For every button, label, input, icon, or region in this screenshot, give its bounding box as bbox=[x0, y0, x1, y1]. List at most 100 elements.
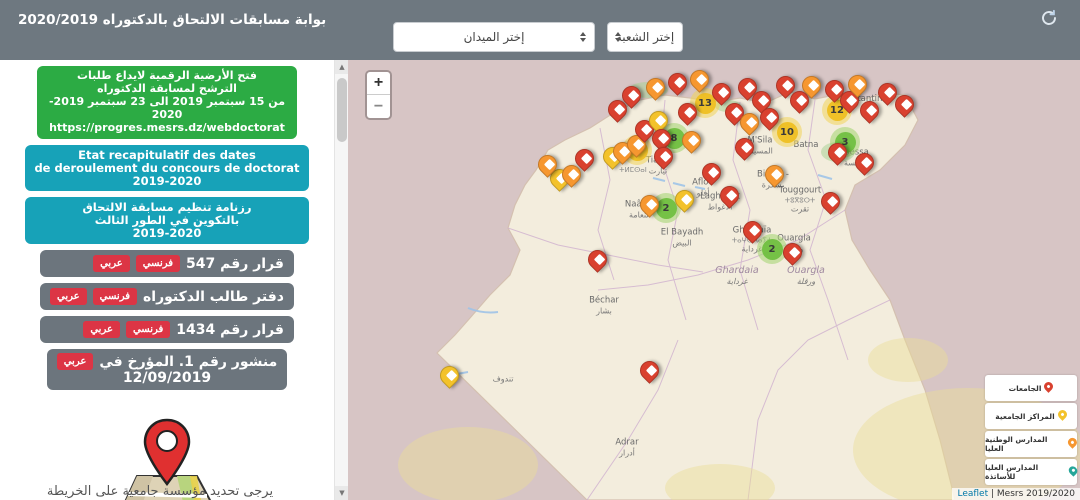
info-line: de deroulement du concours de doctorat bbox=[34, 162, 299, 175]
graduation-cap-icon bbox=[883, 87, 894, 98]
map-zoom-control: + − bbox=[365, 70, 392, 120]
schedule-info-box[interactable]: Etat recapitulatif des datesde derouleme… bbox=[25, 145, 308, 192]
decision-title: دفتر طالب الدكتوراه bbox=[143, 289, 284, 305]
refresh-icon[interactable] bbox=[1040, 9, 1058, 27]
arabic-version-button[interactable]: عربي bbox=[57, 353, 94, 370]
zoom-in-button[interactable]: + bbox=[367, 72, 390, 95]
graduation-cap-icon bbox=[717, 87, 728, 98]
graduation-cap-icon bbox=[845, 95, 856, 106]
graduation-cap-icon bbox=[865, 105, 876, 116]
graduation-cap-icon bbox=[645, 199, 656, 210]
circular-title: منشور رقم 1. المؤرخ في bbox=[99, 354, 277, 370]
graduation-cap-icon bbox=[730, 107, 741, 118]
graduation-cap-icon bbox=[543, 159, 554, 170]
announcement-line: من 15 سبتمبر 2019 الى 23 سبتمبر 2019- 20… bbox=[46, 96, 288, 122]
graduation-cap-icon bbox=[654, 115, 665, 126]
announcement-line: الترشح لمسابقة الدكتوراه bbox=[46, 83, 288, 96]
algeria-map-shape bbox=[348, 60, 1080, 500]
scroll-down-icon[interactable]: ▼ bbox=[335, 486, 348, 500]
graduation-cap-icon bbox=[748, 225, 759, 236]
page-title: بوابة مسابقات الالتحاق بالدكتوراه 2020/2… bbox=[18, 12, 326, 28]
graduation-cap-icon bbox=[788, 247, 799, 258]
graduation-cap-icon bbox=[770, 169, 781, 180]
graduation-cap-icon bbox=[580, 153, 591, 164]
french-version-button[interactable]: فرنسي bbox=[93, 288, 137, 305]
graduation-cap-icon bbox=[645, 365, 656, 376]
legend-item: الجامعات bbox=[985, 375, 1077, 401]
decision-box: دفتر طالب الدكتوراه فرنسي عربي bbox=[40, 283, 294, 310]
select-institution-hint: يرجى تحديد مؤسسة جامعية على الخريطة bbox=[0, 484, 320, 499]
digital-platform-announcement[interactable]: فتح الأرضية الرقمية لايداع طلباتالترشح ل… bbox=[37, 66, 297, 139]
graduation-cap-icon bbox=[725, 190, 736, 201]
info-line: 2019-2020 bbox=[34, 227, 299, 240]
graduation-cap-icon bbox=[745, 117, 756, 128]
decision-box: قرار رقم 547 فرنسي عربي bbox=[40, 250, 294, 277]
legend-label: المدارس العليا للأساتذة bbox=[985, 463, 1066, 481]
branch-select[interactable]: إختر الشعبة bbox=[607, 22, 683, 52]
graduation-cap-icon bbox=[860, 157, 871, 168]
graduation-cap-icon bbox=[613, 104, 624, 115]
legend-label: المدارس الوطنية العليا bbox=[985, 435, 1065, 453]
graduation-cap-icon bbox=[673, 77, 684, 88]
domain-select-value: إختر الميدان bbox=[464, 30, 525, 44]
graduation-cap-icon bbox=[900, 99, 911, 110]
graduation-cap-icon bbox=[830, 84, 841, 95]
graduation-cap-icon bbox=[743, 82, 754, 93]
circular-no1-box[interactable]: منشور رقم 1. المؤرخ في عربي 12/09/2019 bbox=[47, 349, 288, 390]
legend-item: المراكز الجامعية bbox=[985, 403, 1077, 429]
circular-date: 12/09/2019 bbox=[57, 370, 278, 386]
arabic-version-button[interactable]: عربي bbox=[93, 255, 130, 272]
french-version-button[interactable]: فرنسي bbox=[136, 255, 180, 272]
decision-box: قرار رقم 1434 فرنسي عربي bbox=[40, 316, 294, 343]
legend-item: المدارس العليا للأساتذة bbox=[985, 459, 1077, 485]
graduation-cap-icon bbox=[740, 142, 751, 153]
graduation-cap-icon bbox=[695, 74, 706, 85]
leaflet-link[interactable]: Leaflet bbox=[957, 489, 988, 499]
legend-item: المدارس الوطنية العليا bbox=[985, 431, 1077, 457]
zoom-out-button[interactable]: − bbox=[367, 95, 390, 118]
french-version-button[interactable]: فرنسي bbox=[126, 321, 170, 338]
graduation-cap-icon bbox=[687, 135, 698, 146]
graduation-cap-icon bbox=[659, 151, 670, 162]
schedule-info-box[interactable]: رزنامة تنظيم مسابقة الالتحاقبالتكوين في … bbox=[25, 197, 308, 244]
legend-pin-icon bbox=[1056, 408, 1069, 421]
graduation-cap-icon bbox=[567, 169, 578, 180]
sidebar: فتح الأرضية الرقمية لايداع طلباتالترشح ل… bbox=[0, 60, 348, 500]
graduation-cap-icon bbox=[781, 80, 792, 91]
select-arrows-icon bbox=[615, 32, 621, 42]
arabic-version-button[interactable]: عربي bbox=[83, 321, 120, 338]
legend-pin-icon bbox=[1043, 380, 1056, 393]
graduation-cap-icon bbox=[627, 90, 638, 101]
graduation-cap-icon bbox=[651, 82, 662, 93]
graduation-cap-icon bbox=[680, 194, 691, 205]
decision-title: قرار رقم 547 bbox=[186, 256, 284, 272]
graduation-cap-icon bbox=[795, 95, 806, 106]
map-legend: الجامعات المراكز الجامعية المدارس الوطنية … bbox=[985, 375, 1077, 485]
scroll-up-icon[interactable]: ▲ bbox=[335, 60, 348, 74]
domain-select[interactable]: إختر الميدان bbox=[393, 22, 595, 52]
leaflet-map[interactable]: ConstantineTébessaتبسةBatnaM'Silaالمسيلة… bbox=[348, 60, 1080, 500]
legend-label: المراكز الجامعية bbox=[995, 412, 1054, 421]
graduation-cap-icon bbox=[826, 196, 837, 207]
graduation-cap-icon bbox=[657, 133, 668, 144]
graduation-cap-icon bbox=[593, 254, 604, 265]
graduation-cap-icon bbox=[757, 95, 768, 106]
legend-label: الجامعات bbox=[1009, 384, 1042, 393]
graduation-cap-icon bbox=[445, 370, 456, 381]
map-attribution: Leaflet | Mesrs 2019/2020 bbox=[952, 488, 1080, 500]
scrollbar-thumb[interactable] bbox=[337, 78, 347, 142]
decision-title: قرار رقم 1434 bbox=[176, 322, 284, 338]
select-arrows-icon bbox=[580, 32, 586, 42]
info-line: 2019-2020 bbox=[34, 175, 299, 188]
arabic-version-button[interactable]: عربي bbox=[50, 288, 87, 305]
graduation-cap-icon bbox=[853, 79, 864, 90]
top-navbar: بوابة مسابقات الالتحاق بالدكتوراه 2020/2… bbox=[0, 0, 1080, 60]
graduation-cap-icon bbox=[707, 167, 718, 178]
announcement-line: https://progres.mesrs.dz/webdoctorat bbox=[46, 122, 288, 135]
sidebar-scrollbar[interactable]: ▲ ▼ bbox=[334, 60, 348, 500]
graduation-cap-icon bbox=[765, 112, 776, 123]
graduation-cap-icon bbox=[807, 80, 818, 91]
graduation-cap-icon bbox=[833, 147, 844, 158]
branch-select-value: إختر الشعبة bbox=[616, 30, 674, 44]
graduation-cap-icon bbox=[683, 107, 694, 118]
